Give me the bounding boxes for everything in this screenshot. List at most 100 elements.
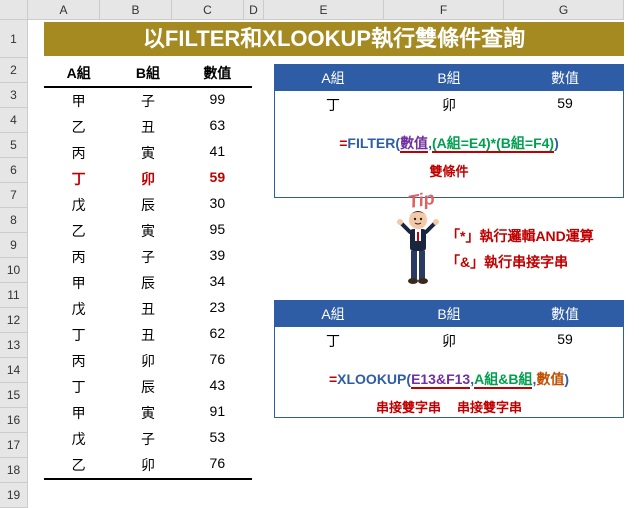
row-header-2[interactable]: 2 xyxy=(0,58,28,83)
table-row[interactable]: 丁丑62 xyxy=(44,322,252,348)
cell[interactable]: 95 xyxy=(183,218,252,244)
filter-val-v: 59 xyxy=(507,91,623,119)
cell[interactable]: 子 xyxy=(113,244,182,270)
cell[interactable]: 丑 xyxy=(113,322,182,348)
cell[interactable]: 卯 xyxy=(113,348,182,374)
note-concat: 「&」執行串接字串 xyxy=(446,252,568,272)
xlookup-box-row: 丁 卯 59 xyxy=(275,327,623,355)
table-row[interactable]: 丙寅41 xyxy=(44,140,252,166)
select-all-corner[interactable] xyxy=(0,0,28,20)
table-row[interactable]: 丁辰43 xyxy=(44,374,252,400)
xl-val-a: 丁 xyxy=(275,327,391,355)
cell[interactable]: 甲 xyxy=(44,270,113,296)
cell[interactable]: 戊 xyxy=(44,192,113,218)
table-row[interactable]: 丙子39 xyxy=(44,244,252,270)
cell[interactable]: 戊 xyxy=(44,426,113,452)
x-eq: = xyxy=(329,371,337,387)
cell[interactable]: 辰 xyxy=(113,270,182,296)
cell[interactable]: 76 xyxy=(183,452,252,478)
cell[interactable]: 寅 xyxy=(113,400,182,426)
row-header-10[interactable]: 10 xyxy=(0,258,28,283)
col-header-C[interactable]: C xyxy=(172,0,244,20)
row-header-1[interactable]: 1 xyxy=(0,20,28,58)
xl-anno2: 串接雙字串 xyxy=(457,400,522,415)
row-header-12[interactable]: 12 xyxy=(0,308,28,333)
cell[interactable]: 辰 xyxy=(113,374,182,400)
row-header-17[interactable]: 17 xyxy=(0,433,28,458)
cell[interactable]: 辰 xyxy=(113,192,182,218)
cell[interactable]: 丁 xyxy=(44,166,113,192)
cell[interactable]: 丁 xyxy=(44,374,113,400)
cell[interactable]: 子 xyxy=(113,88,182,114)
cell[interactable]: 卯 xyxy=(113,166,182,192)
cell[interactable]: 91 xyxy=(183,400,252,426)
cell[interactable]: 丙 xyxy=(44,244,113,270)
row-header-11[interactable]: 11 xyxy=(0,283,28,308)
table-row[interactable]: 甲子99 xyxy=(44,88,252,114)
table-header-row: A組 B組 數值 xyxy=(44,60,252,88)
col-header-E[interactable]: E xyxy=(264,0,384,20)
cell[interactable]: 丑 xyxy=(113,296,182,322)
f-arg2: (A組=E4)*(B組=F4) xyxy=(432,135,554,153)
cell[interactable]: 寅 xyxy=(113,140,182,166)
cell[interactable]: 丙 xyxy=(44,348,113,374)
table-row[interactable]: 丁卯59 xyxy=(44,166,252,192)
xl-hdr-v: 數值 xyxy=(507,301,623,327)
row-header-3[interactable]: 3 xyxy=(0,83,28,108)
table-row[interactable]: 甲寅91 xyxy=(44,400,252,426)
table-row[interactable]: 戊子53 xyxy=(44,426,252,452)
table-row[interactable]: 甲辰34 xyxy=(44,270,252,296)
cell[interactable]: 戊 xyxy=(44,296,113,322)
cell[interactable]: 76 xyxy=(183,348,252,374)
table-row[interactable]: 乙寅95 xyxy=(44,218,252,244)
row-header-6[interactable]: 6 xyxy=(0,158,28,183)
row-header-15[interactable]: 15 xyxy=(0,383,28,408)
cell[interactable]: 卯 xyxy=(113,452,182,478)
cell[interactable]: 丑 xyxy=(113,114,182,140)
cell[interactable]: 丙 xyxy=(44,140,113,166)
row-header-4[interactable]: 4 xyxy=(0,108,28,133)
row-header-8[interactable]: 8 xyxy=(0,208,28,233)
table-row[interactable]: 戊辰30 xyxy=(44,192,252,218)
col-header-G[interactable]: G xyxy=(504,0,624,20)
cell[interactable]: 99 xyxy=(183,88,252,114)
cell[interactable]: 寅 xyxy=(113,218,182,244)
cell[interactable]: 41 xyxy=(183,140,252,166)
cell[interactable]: 39 xyxy=(183,244,252,270)
row-header-19[interactable]: 19 xyxy=(0,483,28,508)
col-header-F[interactable]: F xyxy=(384,0,504,20)
cell[interactable]: 63 xyxy=(183,114,252,140)
row-header-7[interactable]: 7 xyxy=(0,183,28,208)
cell[interactable]: 59 xyxy=(183,166,252,192)
table-row[interactable]: 乙卯76 xyxy=(44,452,252,480)
row-header-13[interactable]: 13 xyxy=(0,333,28,358)
person-icon xyxy=(396,208,440,296)
cell[interactable]: 乙 xyxy=(44,218,113,244)
table-row[interactable]: 戊丑23 xyxy=(44,296,252,322)
cell[interactable]: 子 xyxy=(113,426,182,452)
x-arg2: A組&B組 xyxy=(474,371,532,389)
table-row[interactable]: 丙卯76 xyxy=(44,348,252,374)
cell[interactable]: 34 xyxy=(183,270,252,296)
row-header-5[interactable]: 5 xyxy=(0,133,28,158)
col-header-A[interactable]: A xyxy=(28,0,100,20)
cell[interactable]: 甲 xyxy=(44,88,113,114)
col-header-D[interactable]: D xyxy=(244,0,264,20)
cell[interactable]: 62 xyxy=(183,322,252,348)
cell[interactable]: 53 xyxy=(183,426,252,452)
cell[interactable]: 30 xyxy=(183,192,252,218)
row-header-9[interactable]: 9 xyxy=(0,233,28,258)
table-row[interactable]: 乙丑63 xyxy=(44,114,252,140)
filter-box-row: 丁 卯 59 xyxy=(275,91,623,119)
cell[interactable]: 23 xyxy=(183,296,252,322)
col-header-B[interactable]: B xyxy=(100,0,172,20)
row-header-14[interactable]: 14 xyxy=(0,358,28,383)
cell[interactable]: 43 xyxy=(183,374,252,400)
row-header-16[interactable]: 16 xyxy=(0,408,28,433)
sheet-content: 以FILTER和XLOOKUP執行雙條件查詢 A組 B組 數值 甲子99乙丑63… xyxy=(28,20,639,502)
cell[interactable]: 乙 xyxy=(44,114,113,140)
cell[interactable]: 丁 xyxy=(44,322,113,348)
row-header-18[interactable]: 18 xyxy=(0,458,28,483)
cell[interactable]: 乙 xyxy=(44,452,113,478)
cell[interactable]: 甲 xyxy=(44,400,113,426)
